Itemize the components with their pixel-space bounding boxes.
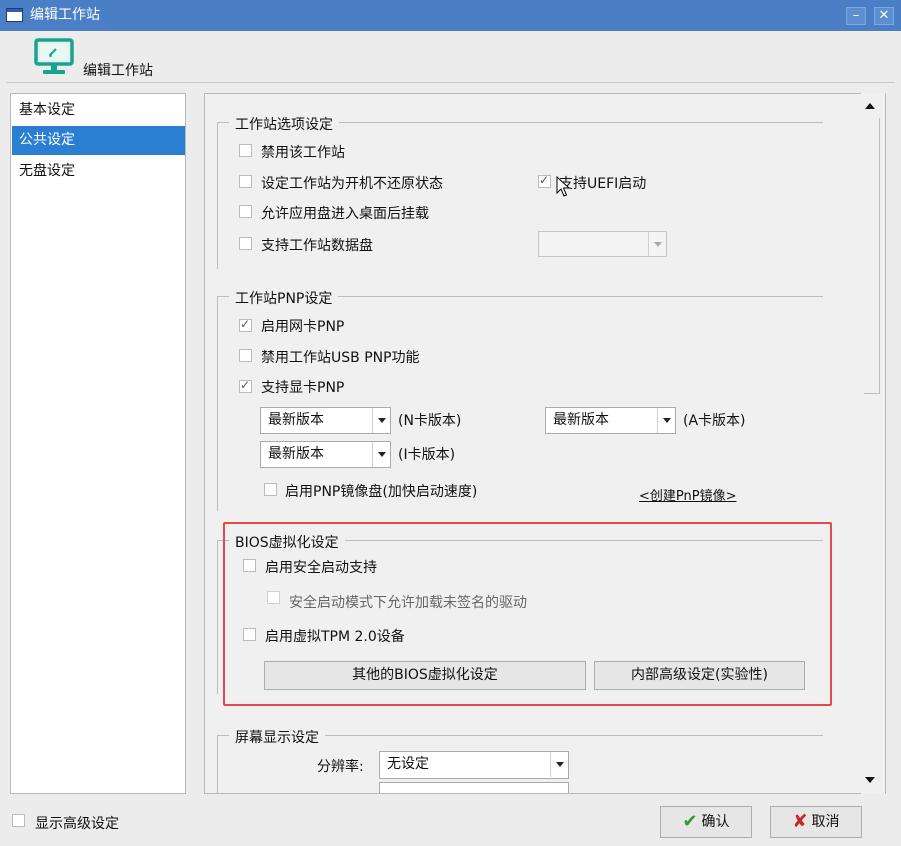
support-uefi-checkbox[interactable] (538, 173, 551, 188)
no-restore-checkbox[interactable] (239, 175, 252, 188)
enable-nic-pnp-label: 启用网卡PNP (261, 319, 345, 335)
enable-nic-pnp-checkbox[interactable] (239, 317, 252, 332)
a-card-version-label: (A卡版本) (683, 413, 746, 429)
resolution-select-value: 无设定 (387, 756, 429, 772)
mouse-cursor-icon (556, 176, 570, 197)
scroll-up-arrow-icon[interactable] (863, 99, 877, 113)
chevron-down-icon (372, 408, 390, 433)
resolution-secondary-select[interactable] (379, 782, 569, 793)
disable-workstation-label: 禁用该工作站 (261, 145, 345, 161)
header-divider (6, 82, 895, 83)
mount-app-disk-label: 允许应用盘进入桌面后挂载 (261, 206, 429, 222)
scroll-down-arrow-icon[interactable] (863, 773, 877, 787)
group-title-pnp: 工作站PNP设定 (229, 290, 339, 308)
cancel-button-label: 取消 (811, 814, 840, 830)
nav-item-common[interactable]: 公共设定 (12, 126, 185, 155)
n-card-version-select[interactable]: 最新版本 (260, 407, 391, 434)
data-disk-select[interactable] (538, 231, 667, 257)
show-advanced-label: 显示高级设定 (35, 816, 119, 832)
chevron-down-icon (550, 752, 568, 777)
ok-button[interactable]: ✔ 确认 (660, 806, 752, 838)
nav-item-diskless[interactable]: 无盘设定 (12, 157, 185, 186)
support-uefi-label: 支持UEFI启动 (559, 176, 647, 192)
close-button[interactable]: ✕ (874, 7, 894, 25)
support-gpu-pnp-checkbox[interactable] (239, 378, 252, 393)
chevron-down-icon (648, 232, 666, 256)
window-titlebar[interactable]: 编辑工作站 – ✕ (0, 0, 901, 31)
i-card-version-select[interactable]: 最新版本 (260, 441, 391, 468)
disable-usb-pnp-label: 禁用工作站USB PNP功能 (261, 350, 420, 366)
resolution-select[interactable]: 无设定 (379, 751, 569, 779)
i-card-version-label: (I卡版本) (398, 447, 456, 463)
scrollbar-thumb[interactable] (864, 118, 880, 394)
check-icon: ✔ (682, 811, 698, 832)
disable-workstation-checkbox[interactable] (239, 144, 252, 157)
resolution-label: 分辨率: (317, 759, 364, 775)
cancel-button[interactable]: ✘ 取消 (770, 806, 862, 838)
enable-pnp-mirror-checkbox[interactable] (264, 483, 277, 496)
highlight-box (223, 522, 832, 706)
ok-button-label: 确认 (701, 814, 730, 830)
n-card-version-value: 最新版本 (268, 412, 324, 428)
nav-item-basic[interactable]: 基本设定 (12, 96, 185, 125)
chevron-down-icon (657, 408, 675, 433)
group-title-workstation-options: 工作站选项设定 (229, 116, 339, 134)
support-data-disk-checkbox[interactable] (239, 237, 252, 250)
a-card-version-value: 最新版本 (553, 412, 609, 428)
disable-usb-pnp-checkbox[interactable] (239, 349, 252, 362)
window-title: 编辑工作站 (30, 7, 100, 23)
support-gpu-pnp-label: 支持显卡PNP (261, 380, 345, 396)
chevron-down-icon (372, 442, 390, 467)
show-advanced-checkbox[interactable] (12, 814, 25, 827)
minimize-button[interactable]: – (846, 7, 866, 25)
n-card-version-label: (N卡版本) (398, 413, 462, 429)
no-restore-label: 设定工作站为开机不还原状态 (261, 176, 443, 192)
monitor-icon (34, 38, 74, 74)
create-pnp-mirror-link[interactable]: <创建PnP镜像> (639, 485, 736, 504)
window-icon (6, 8, 23, 22)
support-data-disk-label: 支持工作站数据盘 (261, 238, 373, 254)
header-title: 编辑工作站 (83, 63, 153, 79)
a-card-version-select[interactable]: 最新版本 (545, 407, 676, 434)
group-title-display: 屏幕显示设定 (229, 729, 325, 747)
mount-app-disk-checkbox[interactable] (239, 205, 252, 218)
settings-nav: 基本设定 公共设定 无盘设定 (10, 93, 186, 794)
close-x-icon: ✘ (792, 811, 808, 832)
i-card-version-value: 最新版本 (268, 446, 324, 462)
enable-pnp-mirror-label: 启用PNP镜像盘(加快启动速度) (285, 484, 478, 500)
